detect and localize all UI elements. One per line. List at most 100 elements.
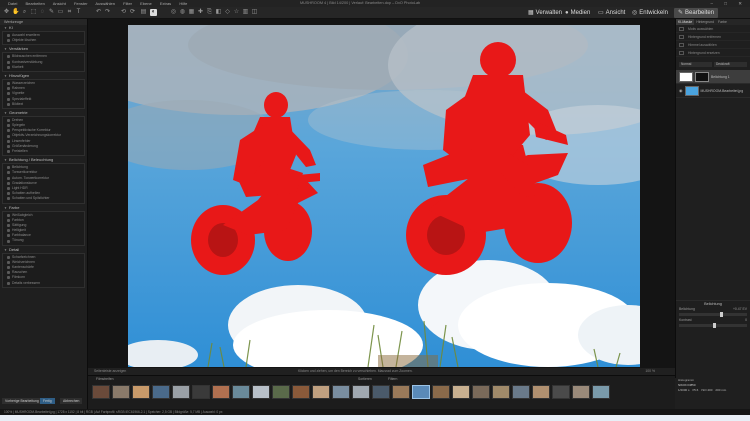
filmstrip-thumbnail[interactable]: [312, 385, 330, 399]
tool-item[interactable]: Freistellen: [3, 149, 84, 154]
previous-edit-button[interactable]: Vorherige Bearbeitung: [2, 398, 42, 404]
shape-icon[interactable]: ◇: [224, 9, 231, 16]
maximize-button[interactable]: □: [724, 1, 732, 6]
filmstrip-thumbnail[interactable]: [252, 385, 270, 399]
filmstrip-thumbnail[interactable]: [372, 385, 390, 399]
fill-icon[interactable]: ◧: [215, 9, 222, 16]
star-icon[interactable]: ☆: [233, 9, 240, 16]
filmstrip-thumbnail[interactable]: [132, 385, 150, 399]
toggle-sidebar-button[interactable]: Seitenleiste anzeigen: [94, 368, 126, 375]
zoom-level[interactable]: 100 %: [645, 368, 655, 375]
eye-icon[interactable]: ◉: [679, 88, 683, 93]
filmstrip-thumbnail[interactable]: [492, 385, 510, 399]
filmstrip-thumbnail[interactable]: [352, 385, 370, 399]
filmstrip-thumbnail[interactable]: [232, 385, 250, 399]
mode-view[interactable]: ▭ Ansicht: [598, 8, 625, 18]
menu-window[interactable]: Fenster: [74, 1, 88, 6]
select-tool-icon[interactable]: ⬚: [30, 9, 37, 16]
mode-manage[interactable]: ▦ Verwalten: [528, 8, 562, 18]
filmstrip-thumbnail[interactable]: [592, 385, 610, 399]
rotate-right-icon[interactable]: ⟳: [129, 9, 136, 16]
done-button[interactable]: Fertig: [40, 398, 55, 404]
filmstrip-thumbnail[interactable]: [172, 385, 190, 399]
slider-knob[interactable]: [713, 323, 716, 328]
slider-value[interactable]: 0: [745, 318, 747, 323]
rotate-left-icon[interactable]: ⟲: [120, 9, 127, 16]
menu-layer[interactable]: Ebene: [140, 1, 152, 6]
sort-button[interactable]: Sortieren: [358, 376, 372, 383]
filmstrip-thumbnail[interactable]: [532, 385, 550, 399]
opacity-field[interactable]: Deckkraft: [714, 62, 747, 67]
compare-icon[interactable]: ◫: [251, 9, 258, 16]
zoom-tool-icon[interactable]: ⌕: [21, 9, 28, 16]
clone-icon[interactable]: ⎘: [206, 9, 213, 16]
gradient-icon[interactable]: ▦: [188, 9, 195, 16]
menu-help[interactable]: Hilfe: [179, 1, 187, 6]
text-tool-icon[interactable]: T: [75, 9, 82, 16]
redo-icon[interactable]: ↷: [104, 9, 111, 16]
slider-knob[interactable]: [719, 312, 723, 317]
adjust-icon[interactable]: ◎: [170, 9, 177, 16]
tool-item[interactable]: Schatten und Spitzlichter: [3, 196, 84, 201]
filmstrip-thumbnail[interactable]: [512, 385, 530, 399]
tool-item[interactable]: Bildtext: [3, 102, 84, 107]
color-picker-icon[interactable]: ◐: [150, 9, 157, 16]
remove-background-button[interactable]: Hintergrund entfernen: [676, 33, 750, 41]
layers-icon[interactable]: ▤: [140, 9, 147, 16]
filter-button[interactable]: Filtern: [388, 376, 397, 383]
tool-icon: [7, 281, 10, 285]
slider-track[interactable]: [679, 312, 747, 317]
filmstrip-thumbnail[interactable]: [292, 385, 310, 399]
menu-edit[interactable]: Bearbeiten: [25, 1, 44, 6]
filmstrip-thumbnail[interactable]: [272, 385, 290, 399]
select-sky-button[interactable]: Himmel auswählen: [676, 41, 750, 49]
mask-icon[interactable]: ◍: [179, 9, 186, 16]
cancel-button[interactable]: Abbrechen: [60, 398, 83, 404]
filmstrip-thumbnail[interactable]: [192, 385, 210, 399]
menu-filter[interactable]: Filter: [123, 1, 132, 6]
tool-item[interactable]: Tönung: [3, 238, 84, 243]
crop-tool-icon[interactable]: ⌗: [66, 9, 73, 16]
layer-adjustment[interactable]: Belichtung 1: [676, 70, 750, 84]
filmstrip-thumbnail[interactable]: [412, 385, 430, 399]
slider-value[interactable]: +0.47 EV: [733, 307, 747, 312]
hand-tool-icon[interactable]: ✋: [12, 9, 19, 16]
histogram-icon[interactable]: ▥: [242, 9, 249, 16]
blend-mode-select[interactable]: Normal: [679, 62, 712, 67]
filmstrip-tab[interactable]: Filmstreifen: [96, 377, 114, 381]
menu-view[interactable]: Ansicht: [53, 1, 66, 6]
move-tool-icon[interactable]: ✥: [3, 9, 10, 16]
tool-item[interactable]: Objekte löschen: [3, 38, 84, 43]
filmstrip-thumbnail[interactable]: [552, 385, 570, 399]
filmstrip-thumbnail[interactable]: [92, 385, 110, 399]
slider-track[interactable]: [679, 323, 747, 328]
undo-icon[interactable]: ↶: [95, 9, 102, 16]
tool-item[interactable]: Details verbessern: [3, 281, 84, 286]
replace-background-button[interactable]: Hintergrund ersetzen: [676, 49, 750, 57]
mode-edit[interactable]: ✎ Bearbeiten: [674, 8, 719, 18]
minimize-button[interactable]: –: [710, 1, 718, 6]
close-button[interactable]: ✕: [738, 1, 747, 6]
eraser-tool-icon[interactable]: ▭: [57, 9, 64, 16]
menu-select[interactable]: Auswählen: [95, 1, 115, 6]
filmstrip-thumbnail[interactable]: [452, 385, 470, 399]
mode-develop[interactable]: ◎ Entwickeln: [632, 8, 668, 18]
lasso-tool-icon[interactable]: ◌: [39, 9, 46, 16]
filmstrip-thumbnail[interactable]: [432, 385, 450, 399]
filmstrip-thumbnail[interactable]: [152, 385, 170, 399]
filmstrip-thumbnail[interactable]: [472, 385, 490, 399]
menu-tools[interactable]: Extras: [160, 1, 171, 6]
filmstrip-thumbnail[interactable]: [392, 385, 410, 399]
heal-icon[interactable]: ✚: [197, 9, 204, 16]
menu-file[interactable]: Datei: [8, 1, 17, 6]
edited-photo[interactable]: [128, 25, 640, 367]
brush-tool-icon[interactable]: ✎: [48, 9, 55, 16]
filmstrip-thumbnail[interactable]: [572, 385, 590, 399]
select-subject-button[interactable]: Motiv auswählen: [676, 25, 750, 33]
filmstrip-thumbnail[interactable]: [112, 385, 130, 399]
layer-image[interactable]: ◉ MUSHROOM-Bearbeitet.jpg: [676, 84, 750, 98]
mode-media[interactable]: ● Medien: [565, 8, 590, 18]
filmstrip-thumbnail[interactable]: [332, 385, 350, 399]
filmstrip-thumbnail[interactable]: [212, 385, 230, 399]
tool-item[interactable]: Klarheit: [3, 65, 84, 70]
